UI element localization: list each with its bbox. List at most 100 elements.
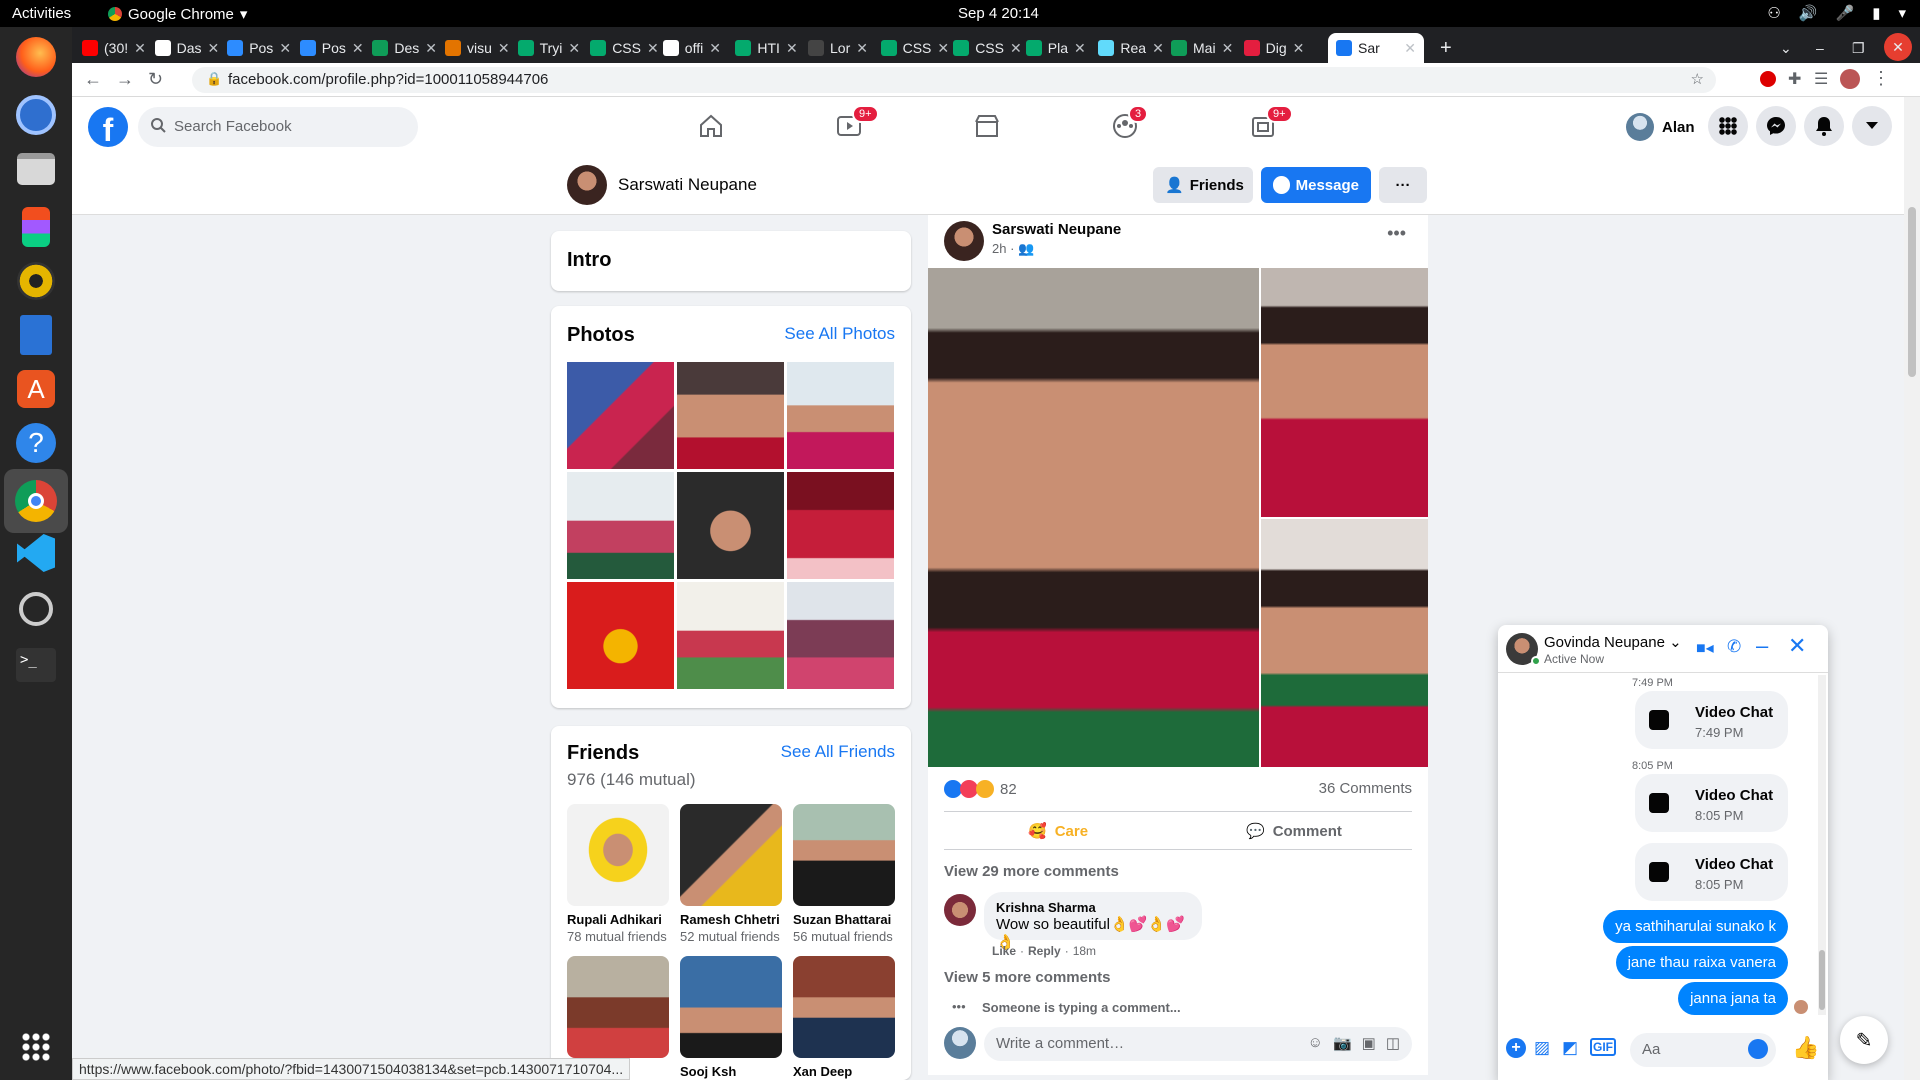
system-tray[interactable]: ⚇ 🔊 🎤 ▮ ▾ <box>1767 4 1906 22</box>
browser-tab[interactable]: Tryi ✕ <box>510 33 583 63</box>
more-options-button[interactable]: ··· <box>1379 167 1427 203</box>
friend-tile[interactable]: Rupali Adhikari 78 mutual friends <box>567 804 671 944</box>
photo-thumbnail[interactable] <box>567 472 674 579</box>
facebook-logo-icon[interactable]: f <box>88 107 128 148</box>
new-tab-icon[interactable]: + <box>1432 33 1460 63</box>
comments-count[interactable]: 36 Comments <box>1319 780 1412 797</box>
photo-thumbnail[interactable] <box>677 582 784 689</box>
sent-message[interactable]: jane thau raixa vanera <box>1615 946 1788 979</box>
gaming-icon[interactable]: 9+ <box>1246 105 1293 143</box>
close-tab-icon[interactable]: ✕ <box>1404 40 1416 57</box>
close-tab-icon[interactable]: ✕ <box>1293 40 1305 57</box>
window-minimize-icon[interactable]: – <box>1808 33 1832 63</box>
close-tab-icon[interactable]: ✕ <box>856 40 868 57</box>
thunderbird-icon[interactable] <box>12 91 60 139</box>
files-icon[interactable] <box>12 145 60 193</box>
profile-avatar[interactable] <box>567 165 607 205</box>
view-more-comments-link[interactable]: View 29 more comments <box>944 863 1119 880</box>
browser-tab[interactable]: visu ✕ <box>437 33 510 63</box>
close-tab-icon[interactable]: ✕ <box>208 40 220 57</box>
new-message-icon[interactable]: ✎ <box>1840 1016 1888 1064</box>
close-tab-icon[interactable]: ✕ <box>498 40 510 57</box>
friend-tile[interactable]: Sooj Ksh <box>680 956 784 1079</box>
extensions-icon[interactable]: ✚ <box>1788 69 1801 89</box>
friend-name[interactable]: Rupali Adhikari <box>567 912 671 927</box>
post-time[interactable]: 2h · 👥 <box>992 241 1034 257</box>
camera-icon[interactable]: 📷 <box>1333 1034 1352 1052</box>
comment-button[interactable]: 💬 Comment <box>1246 822 1342 841</box>
bookmark-star-icon[interactable]: ☆ <box>1691 70 1704 88</box>
comment-reply-link[interactable]: Reply <box>1028 944 1061 958</box>
reload-icon[interactable]: ↻ <box>148 69 163 90</box>
libreoffice-writer-icon[interactable] <box>12 311 60 359</box>
chat-contact-name[interactable]: Govinda Neupane ⌄ <box>1544 633 1682 651</box>
profile-name[interactable]: Sarswati Neupane <box>618 175 757 195</box>
video-chat-message[interactable]: Video Chat 8:05 PM <box>1635 774 1788 832</box>
messenger-icon[interactable] <box>1756 106 1796 146</box>
browser-tab[interactable]: offi ✕ <box>655 33 728 63</box>
close-tab-icon[interactable]: ✕ <box>1074 40 1086 57</box>
friends-button[interactable]: 👤 Friends <box>1153 167 1253 203</box>
browser-tab[interactable]: Rea ✕ <box>1090 33 1164 63</box>
firefox-icon[interactable] <box>12 33 60 81</box>
chat-emoji-icon[interactable] <box>1748 1039 1768 1059</box>
watch-icon[interactable]: 9+ <box>832 105 879 143</box>
post-author-avatar[interactable] <box>944 221 984 261</box>
browser-tab[interactable]: Des ✕ <box>364 33 437 63</box>
care-button[interactable]: 🥰 Care <box>1028 822 1088 841</box>
browser-tab[interactable]: CSS ✕ <box>873 33 949 63</box>
notifications-bell-icon[interactable] <box>1804 106 1844 146</box>
commenter-name[interactable]: Krishna Sharma <box>996 900 1190 915</box>
sent-message[interactable]: ya sathiharulai sunako k <box>1603 910 1788 943</box>
close-tab-icon[interactable]: ✕ <box>786 40 798 57</box>
gif-icon[interactable]: ▣ <box>1362 1034 1376 1052</box>
commenter-avatar[interactable] <box>944 894 976 926</box>
chrome-menu-icon[interactable]: ⋮ <box>1872 68 1890 89</box>
video-chat-message[interactable]: Video Chat 7:49 PM <box>1635 691 1788 749</box>
address-bar[interactable]: 🔒 facebook.com/profile.php?id=1000110589… <box>192 67 1716 93</box>
browser-tab[interactable]: Mai ✕ <box>1163 33 1236 63</box>
photo-thumbnail[interactable] <box>787 472 894 579</box>
see-all-friends-link[interactable]: See All Friends <box>781 742 895 762</box>
close-tab-icon[interactable]: ✕ <box>279 40 291 57</box>
chat-scrollbar-thumb[interactable] <box>1819 950 1825 1010</box>
profile-avatar-icon[interactable] <box>1840 69 1860 89</box>
sticker-icon[interactable]: ◫ <box>1386 1034 1400 1052</box>
view-more-comments-link-2[interactable]: View 5 more comments <box>944 969 1110 986</box>
vscode-icon[interactable] <box>12 529 60 577</box>
window-restore-icon[interactable]: ❐ <box>1844 33 1873 63</box>
chrome-dock-icon[interactable] <box>4 469 68 533</box>
home-icon[interactable] <box>694 109 728 143</box>
close-tab-icon[interactable]: ✕ <box>352 40 364 57</box>
close-tab-icon[interactable]: ✕ <box>425 40 437 57</box>
photo-attach-icon[interactable]: ▨ <box>1534 1038 1550 1058</box>
software-center-icon[interactable]: A <box>12 365 60 413</box>
profile-shortcut[interactable]: Alan <box>1618 109 1703 145</box>
message-button[interactable]: Message <box>1261 167 1371 203</box>
forward-icon[interactable]: → <box>116 69 134 90</box>
friend-name[interactable]: Ramesh Chhetri <box>680 912 784 927</box>
browser-tab[interactable]: Pla ✕ <box>1018 33 1091 63</box>
browser-tab[interactable]: Das ✕ <box>147 33 220 63</box>
close-tab-icon[interactable]: ✕ <box>1222 40 1234 57</box>
chat-scrollbar[interactable] <box>1818 675 1826 1015</box>
gif-attach-icon[interactable]: GIF <box>1590 1038 1616 1056</box>
show-apps-icon[interactable] <box>12 1023 60 1071</box>
magnifier-icon[interactable] <box>12 585 60 633</box>
menu-grid-icon[interactable] <box>1708 106 1748 146</box>
friend-tile[interactable] <box>567 956 671 1064</box>
adblock-icon[interactable] <box>1760 71 1776 87</box>
browser-tab[interactable]: Sar ✕ <box>1328 33 1424 63</box>
browser-tab[interactable]: HTI ✕ <box>727 33 800 63</box>
video-call-icon[interactable]: ■◂ <box>1696 638 1714 658</box>
post-author[interactable]: Sarswati Neupane <box>992 221 1121 238</box>
friend-name[interactable]: Suzan Bhattarai <box>793 912 897 927</box>
browser-tab[interactable]: CSS ✕ <box>945 33 1022 63</box>
emoji-icon[interactable]: ☺ <box>1308 1034 1323 1052</box>
phone-call-icon[interactable]: ✆ <box>1727 637 1741 657</box>
search-input[interactable]: Search Facebook <box>138 107 418 147</box>
back-icon[interactable]: ← <box>84 69 102 90</box>
rhythmbox-icon[interactable] <box>12 257 60 305</box>
friend-name[interactable]: Xan Deep <box>793 1064 897 1079</box>
browser-tab[interactable]: CSS ✕ <box>582 33 659 63</box>
